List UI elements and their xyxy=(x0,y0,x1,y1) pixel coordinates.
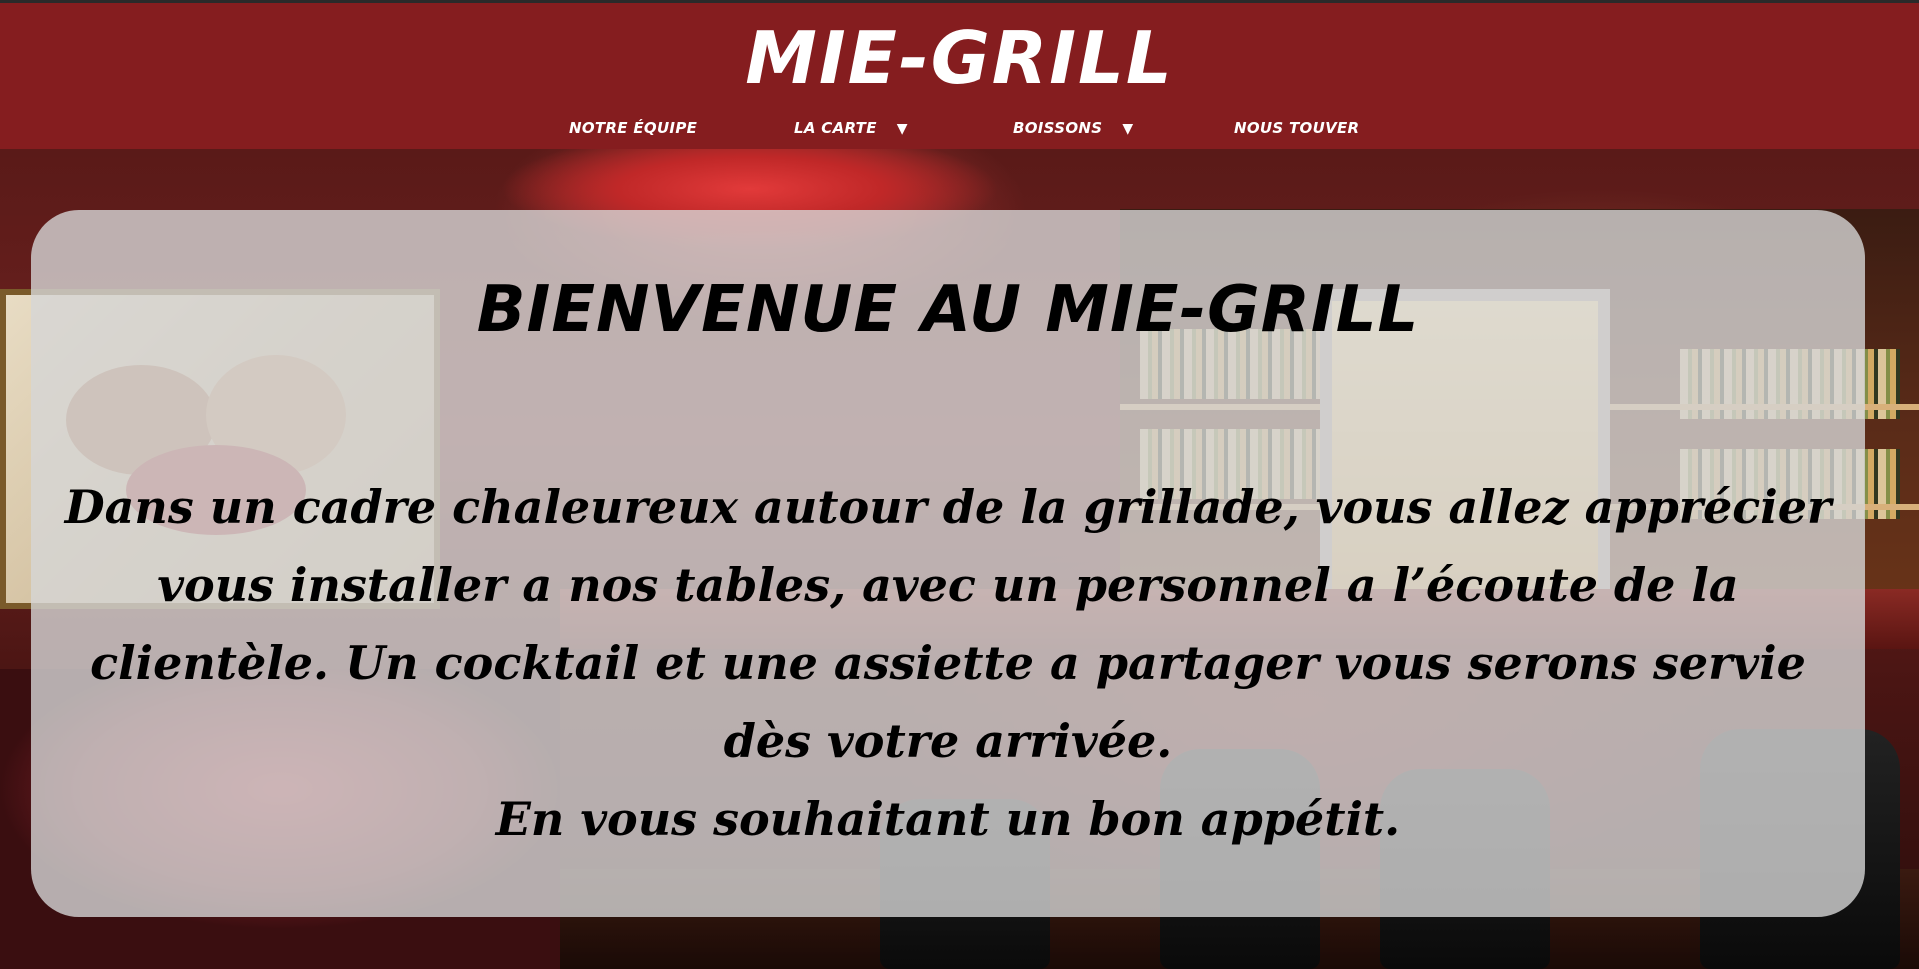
main-nav: NOTRE ÉQUIPE LA CARTE ▼ BOISSONS ▼ NOUS TO… xyxy=(0,115,1919,141)
nav-item-nous-touver[interactable]: NOUS TOUVER xyxy=(1234,115,1359,141)
nav-item-la-carte[interactable]: LA CARTE ▼ xyxy=(794,115,908,142)
welcome-text: Dans un cadre chaleureux autour de la gr… xyxy=(31,468,1865,858)
welcome-line: vous installer a nos tables, avec un per… xyxy=(157,558,1739,612)
nav-item-label: LA CARTE xyxy=(794,119,877,137)
nav-item-boissons[interactable]: BOISSONS ▼ xyxy=(1013,115,1133,142)
site-logo[interactable]: MIE-GRILL xyxy=(0,13,1919,103)
nav-item-label: NOUS TOUVER xyxy=(1234,119,1360,137)
welcome-line: En vous souhaitant un bon appétit. xyxy=(495,792,1401,846)
nav-item-label: NOTRE ÉQUIPE xyxy=(569,119,698,137)
welcome-card: BIENVENUE AU MIE-GRILL Dans un cadre cha… xyxy=(31,210,1865,917)
nav-item-label: BOISSONS xyxy=(1013,119,1103,137)
site-header: MIE-GRILL NOTRE ÉQUIPE LA CARTE ▼ BOISSON… xyxy=(0,3,1919,149)
welcome-line: clientèle. Un cocktail et une assiette a… xyxy=(90,636,1806,690)
welcome-title: BIENVENUE AU MIE-GRILL xyxy=(476,273,1420,347)
welcome-line: dès votre arrivée. xyxy=(723,714,1173,768)
chevron-down-icon: ▼ xyxy=(1122,121,1134,137)
chevron-down-icon: ▼ xyxy=(896,121,908,137)
welcome-line: Dans un cadre chaleureux autour de la gr… xyxy=(64,480,1832,534)
nav-item-notre-equipe[interactable]: NOTRE ÉQUIPE xyxy=(569,115,697,141)
